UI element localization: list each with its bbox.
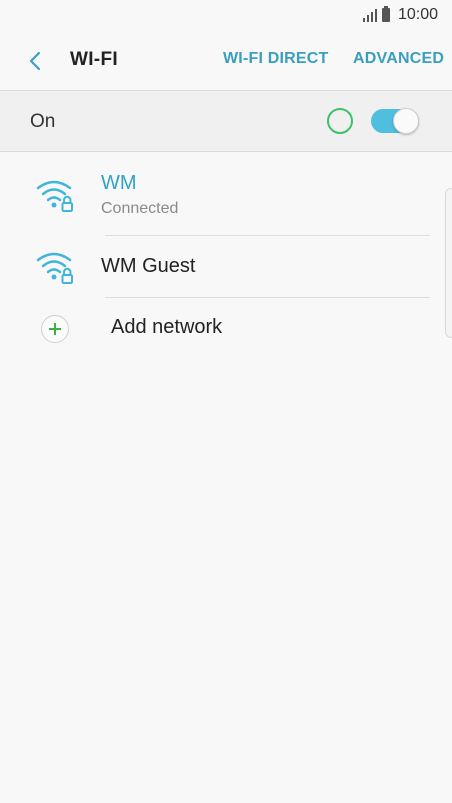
network-status: Connected — [101, 200, 179, 217]
clock: 10:00 — [397, 6, 438, 23]
scroll-edge-indicator — [445, 188, 452, 338]
wifi-locked-icon — [36, 252, 73, 284]
advanced-button[interactable]: ADVANCED — [353, 50, 444, 68]
wifi-locked-icon — [36, 180, 73, 212]
list-divider — [105, 235, 430, 236]
network-name: WM Guest — [101, 255, 196, 277]
divider — [0, 151, 452, 152]
status-bar: 10:00 — [0, 0, 452, 30]
page-title: WI-FI — [70, 49, 118, 70]
signal-icon — [362, 8, 377, 22]
plus-icon — [41, 315, 69, 343]
back-button[interactable] — [20, 46, 50, 76]
app-bar: WI-FI WI-FI DIRECT ADVANCED — [0, 30, 452, 90]
switch-label: On — [30, 111, 56, 132]
network-item-wm[interactable]: WM Connected — [0, 165, 440, 230]
wifi-master-switch-row[interactable]: On — [0, 91, 452, 151]
battery-icon — [381, 6, 390, 22]
wifi-settings-screen: 10:00 WI-FI WI-FI DIRECT ADVANCED On WM … — [0, 0, 452, 803]
status-ring-icon — [327, 108, 353, 134]
network-item-wm-guest[interactable]: WM Guest — [0, 240, 440, 297]
wifi-toggle[interactable] — [371, 108, 419, 134]
toggle-knob — [393, 108, 419, 134]
wifi-direct-button[interactable]: WI-FI DIRECT — [223, 50, 329, 68]
list-divider — [105, 297, 430, 298]
add-network-label: Add network — [111, 316, 223, 338]
back-arrow-icon — [29, 51, 41, 71]
network-name: WM — [101, 172, 137, 194]
